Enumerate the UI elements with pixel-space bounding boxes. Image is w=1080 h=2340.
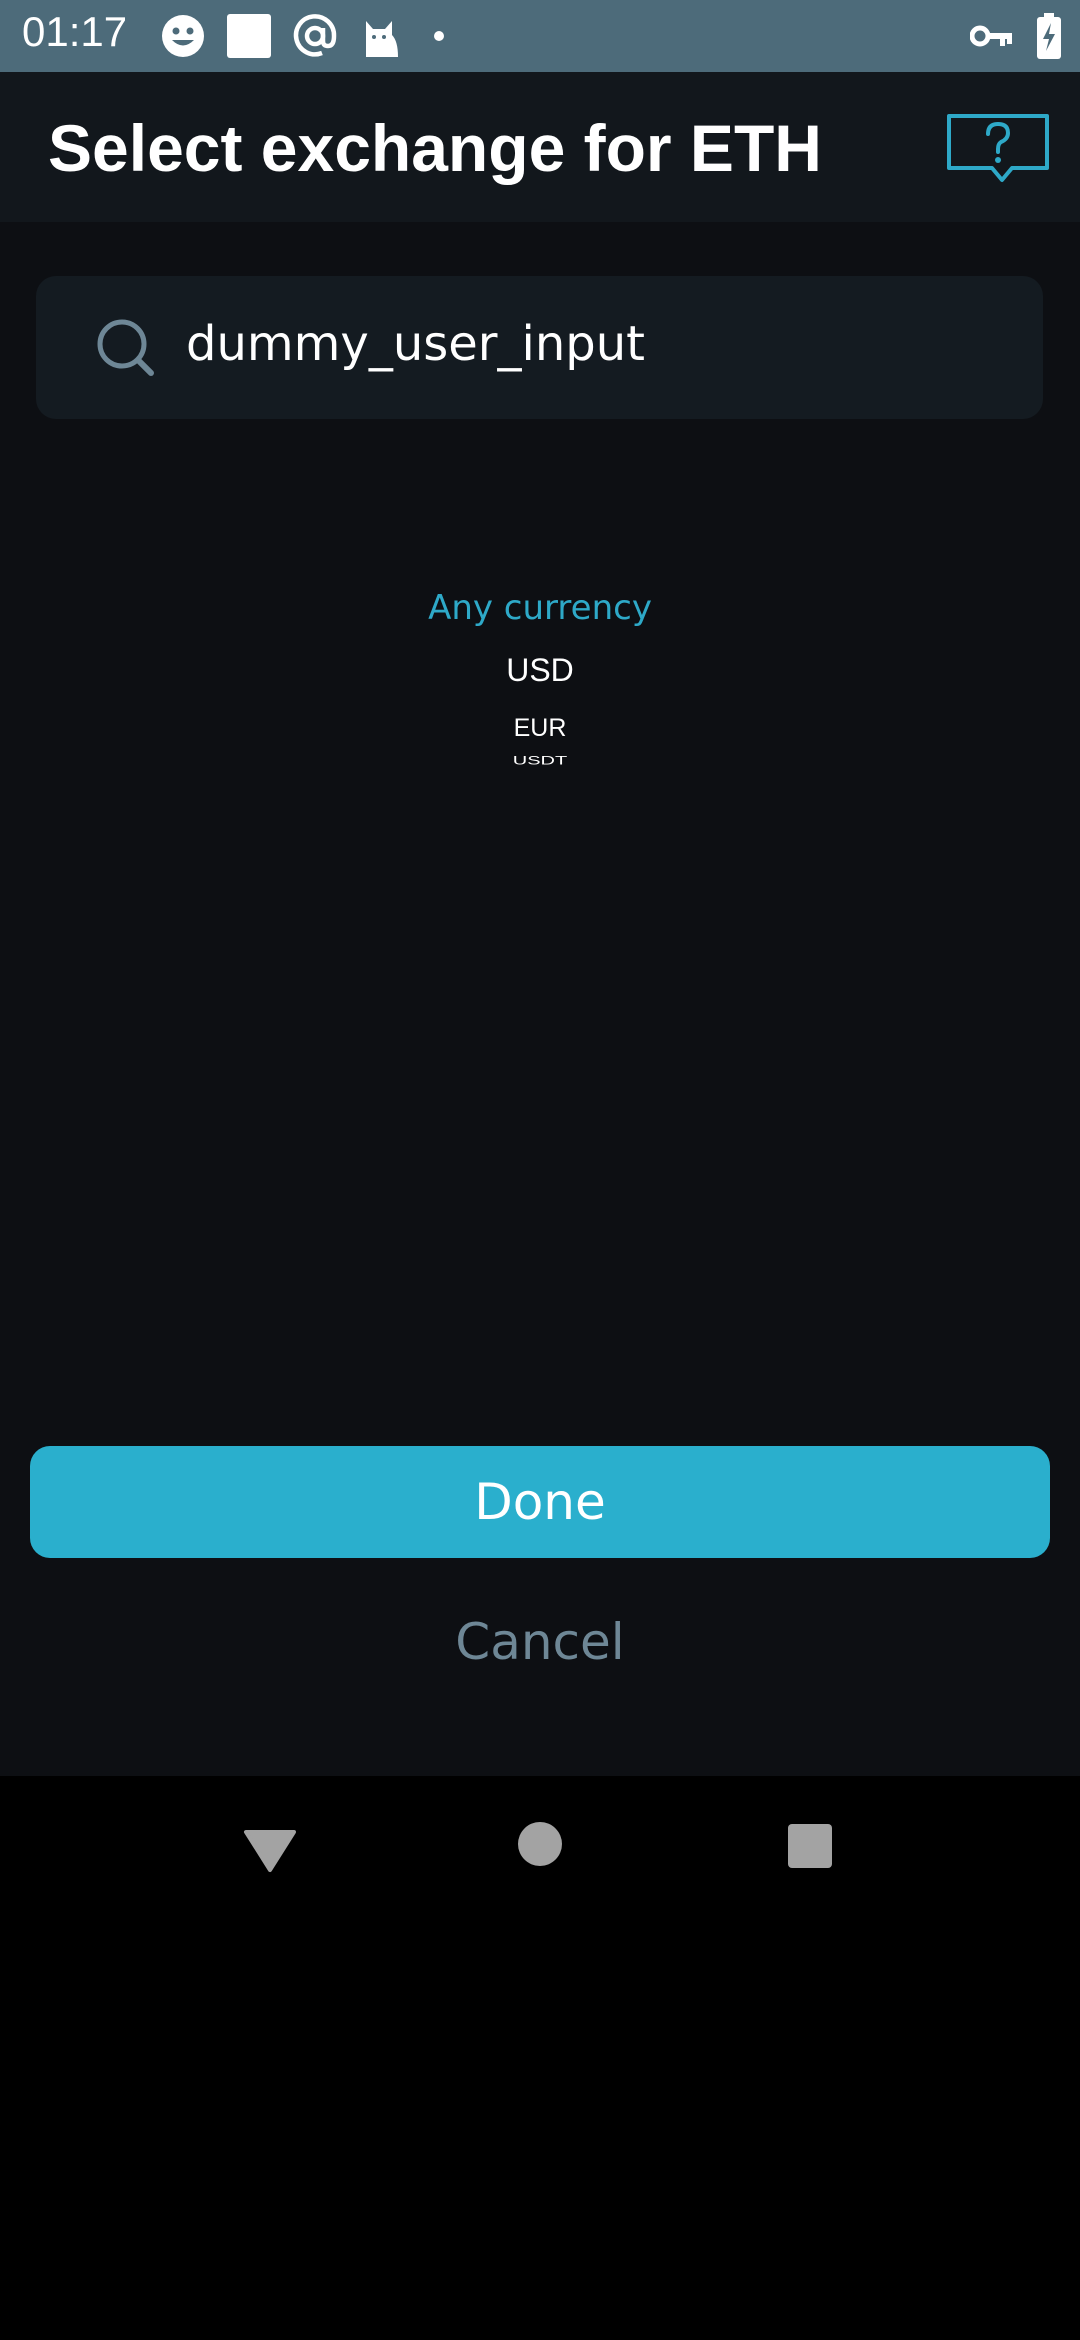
status-icons-right	[970, 12, 1062, 60]
picker-item[interactable]: USD	[0, 652, 1080, 689]
header: Select exchange for ETH	[0, 72, 1080, 222]
help-question-icon	[944, 112, 1052, 189]
picker-item[interactable]: USDT	[0, 755, 1080, 765]
cancel-button-label: Cancel	[455, 1613, 625, 1671]
help-button[interactable]	[944, 112, 1052, 184]
smiley-icon	[160, 13, 206, 59]
cat-icon	[358, 13, 404, 59]
app-screen: Select exchange for ETH dummy_user_input…	[0, 72, 1080, 1776]
battery-charging-icon	[1036, 13, 1062, 59]
picker-item-selected[interactable]: Any currency	[0, 588, 1080, 628]
vpn-key-icon	[970, 21, 1014, 51]
search-field[interactable]: dummy_user_input	[36, 276, 1043, 419]
status-bar: 01:17	[0, 0, 1080, 72]
square-notification-icon	[226, 13, 272, 59]
done-button[interactable]: Done	[30, 1446, 1050, 1558]
picker-item[interactable]: EUR	[0, 714, 1080, 743]
recents-icon[interactable]	[788, 1824, 832, 1868]
status-icons-left	[160, 12, 454, 60]
back-icon[interactable]	[240, 1820, 300, 1880]
page-title: Select exchange for ETH	[48, 111, 822, 185]
cancel-button[interactable]: Cancel	[390, 1602, 690, 1682]
at-sign-icon	[292, 13, 338, 59]
dot-icon	[424, 13, 454, 59]
home-icon[interactable]	[518, 1822, 562, 1866]
currency-picker[interactable]: Any currency USD EUR USDT	[0, 572, 1080, 872]
done-button-label: Done	[474, 1473, 606, 1531]
status-time: 01:17	[22, 8, 128, 55]
search-input[interactable]: dummy_user_input	[186, 316, 645, 372]
search-icon	[96, 318, 156, 378]
system-nav-bar	[0, 1776, 1080, 1920]
